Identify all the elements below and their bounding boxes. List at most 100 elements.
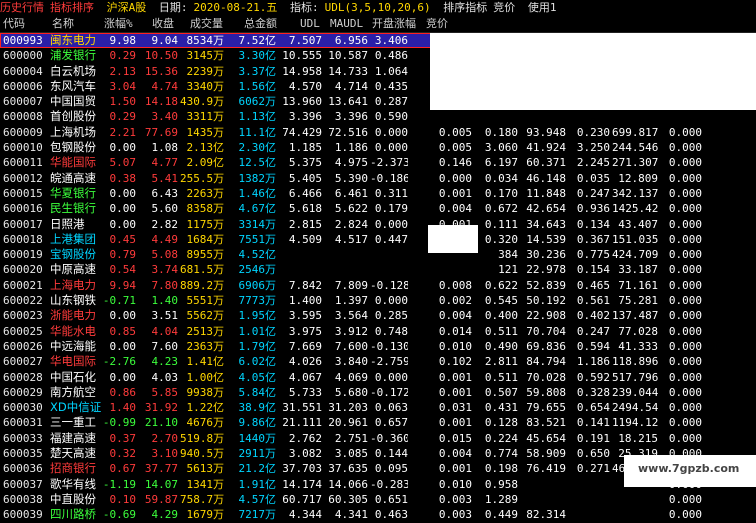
change-pct: 2.13 bbox=[109, 64, 137, 78]
extra-value: 0.000 bbox=[438, 171, 472, 185]
extra-value: 0.230 bbox=[576, 125, 610, 139]
table-row[interactable]: 600022 山东钢铁 -0.71 1.40 5551万 7773万 1.400 1.397 0… bbox=[0, 293, 756, 308]
stock-code: 600038 bbox=[3, 492, 43, 506]
table-row[interactable]: 600011 华能国际 5.07 4.77 2.09亿 12.5亿 5.375 4.975 -2… bbox=[0, 155, 756, 170]
auction-label[interactable]: 竞价 bbox=[493, 1, 515, 14]
table-row[interactable]: 600029 南方航空 0.86 5.85 9938万 5.84亿 5.733 5.680 -0… bbox=[0, 385, 756, 400]
close-price: 6.43 bbox=[151, 186, 179, 200]
close-price: 10.50 bbox=[144, 49, 178, 63]
stock-code: 600030 bbox=[3, 401, 43, 415]
change-pct: 3.04 bbox=[109, 79, 137, 93]
volume: 3145万 bbox=[186, 49, 225, 63]
table-row[interactable]: 600028 中国石化 0.00 4.03 1.00亿 4.05亿 4.067 4.069 0.… bbox=[0, 370, 756, 385]
table-row[interactable]: 600019 宝钢股份 0.79 5.08 8955万 4.52亿 384 30.236 0.7… bbox=[0, 247, 756, 262]
extra-value: 0.402 bbox=[576, 309, 610, 323]
extra-value: 69.836 bbox=[526, 339, 566, 353]
maudl-value: 4.714 bbox=[334, 79, 368, 93]
extra-value: 0.320 bbox=[484, 232, 518, 246]
change-pct: 0.00 bbox=[109, 309, 137, 323]
udl-value: 7.842 bbox=[288, 278, 322, 292]
amount: 1.91亿 bbox=[238, 477, 277, 491]
table-row[interactable]: 600012 皖通高速 0.38 5.41 255.5万 1382万 5.405 5.390-… bbox=[0, 171, 756, 186]
stock-code: 600022 bbox=[3, 294, 43, 308]
udl-value: 5.733 bbox=[288, 385, 322, 399]
extra-value: 0.545 bbox=[484, 294, 518, 308]
col-close[interactable]: 收盘 bbox=[152, 16, 174, 32]
col-udl[interactable]: UDL bbox=[300, 16, 320, 32]
extra-value: 0.015 bbox=[438, 431, 472, 445]
table-row[interactable]: 600017 日照港 0.00 2.82 1175万 3314万 2.815 2.824 0.0… bbox=[0, 217, 756, 232]
table-row[interactable]: 600018 上港集团 0.45 4.49 1684万 7551万 4.509 4.517 0.… bbox=[0, 232, 756, 247]
stock-code: 600021 bbox=[3, 278, 43, 292]
change-pct: 0.29 bbox=[109, 49, 137, 63]
close-price: 3.74 bbox=[151, 263, 179, 277]
table-row[interactable]: 600023 浙能电力 0.00 3.51 5562万 1.95亿 3.595 3.564 0.… bbox=[0, 308, 756, 323]
maudl-value: 5.622 bbox=[334, 202, 368, 216]
table-row[interactable]: 600008 首创股份 0.29 3.40 3311万 1.13亿 3.396 3.396 0.… bbox=[0, 109, 756, 124]
table-row[interactable]: 600027 华电国际 -2.76 4.23 1.41亿 6.02亿 4.026 3.840-… bbox=[0, 354, 756, 369]
extra-value: 0.592 bbox=[576, 370, 610, 384]
maudl-value: 2.824 bbox=[334, 217, 368, 231]
col-amount[interactable]: 总金额 bbox=[244, 16, 277, 32]
sort-label[interactable]: 指标排序 bbox=[50, 1, 94, 14]
table-row[interactable]: 600009 上海机场 2.21 77.69 1435万 11.1亿 74.429 72.51… bbox=[0, 125, 756, 140]
amount: 1.13亿 bbox=[238, 110, 277, 124]
open-pct: 0.144 bbox=[374, 447, 408, 461]
close-price: 77.69 bbox=[144, 125, 178, 139]
col-volume[interactable]: 成交量 bbox=[190, 16, 223, 32]
use-label[interactable]: 使用1 bbox=[528, 1, 557, 14]
extra-value: 2494.54 bbox=[612, 401, 658, 415]
col-name[interactable]: 名称 bbox=[52, 16, 74, 32]
col-open-pct[interactable]: 开盘涨幅 bbox=[372, 16, 416, 32]
table-row[interactable]: 600021 上海电力 9.94 7.80 889.2万 6906万 7.842 7.809-… bbox=[0, 278, 756, 293]
market-label[interactable]: 沪深A股 bbox=[107, 1, 147, 14]
extra-value: 0.001 bbox=[438, 385, 472, 399]
close-price: 3.10 bbox=[151, 447, 179, 461]
table-row[interactable]: 600025 华能水电 0.85 4.04 2513万 1.01亿 3.975 3.912 0.… bbox=[0, 324, 756, 339]
stock-code: 600029 bbox=[3, 385, 43, 399]
extra-value: 0.128 bbox=[484, 416, 518, 430]
sort-indicator-label[interactable]: 排序指标 bbox=[443, 1, 487, 14]
extra-value: 22.978 bbox=[526, 263, 566, 277]
udl-value: 3.396 bbox=[288, 110, 322, 124]
extra-value: 0.000 bbox=[668, 232, 702, 246]
col-pct[interactable]: 涨幅% bbox=[104, 16, 133, 32]
extra-value: 22.908 bbox=[526, 309, 566, 323]
col-auction[interactable]: 竞价 bbox=[426, 16, 448, 32]
extra-value: 0.180 bbox=[484, 125, 518, 139]
extra-value: 0.465 bbox=[576, 278, 610, 292]
history-label[interactable]: 历史行情 bbox=[0, 1, 44, 14]
extra-value: 0.247 bbox=[576, 324, 610, 338]
table-row[interactable]: 600020 中原高速 0.54 3.74 681.5万 2546万 121 22.978 0.… bbox=[0, 262, 756, 277]
col-maudl[interactable]: MAUDL bbox=[330, 16, 363, 32]
open-pct: 0.000 bbox=[374, 294, 408, 308]
table-row[interactable]: 600026 中远海能 0.00 7.60 2363万 1.79亿 7.669 7.600 -0… bbox=[0, 339, 756, 354]
volume: 1684万 bbox=[186, 232, 225, 246]
udl-value: 7.669 bbox=[288, 339, 322, 353]
table-row[interactable]: 600015 华夏银行 0.00 6.43 2263万 1.46亿 6.466 6.461 0.… bbox=[0, 186, 756, 201]
extra-value: 0.170 bbox=[484, 186, 518, 200]
maudl-value: 6.956 bbox=[334, 34, 368, 47]
table-row[interactable]: 600038 中直股份 0.10 59.87 758.7万 4.57亿 60.717 60.3… bbox=[0, 492, 756, 507]
volume: 3311万 bbox=[186, 110, 225, 124]
extra-value: 52.839 bbox=[526, 278, 566, 292]
col-code[interactable]: 代码 bbox=[3, 16, 25, 32]
stock-code: 600026 bbox=[3, 339, 43, 353]
table-row[interactable]: 600033 福建高速 0.37 2.70 519.8万 1440万 2.762 2.751-… bbox=[0, 431, 756, 446]
indicator-value[interactable]: UDL(3,5,10,20,6) bbox=[325, 1, 431, 14]
date-value[interactable]: 2020-08-21.五 bbox=[194, 1, 278, 14]
udl-value: 5.375 bbox=[288, 156, 322, 170]
maudl-value: 2.751 bbox=[334, 431, 368, 445]
close-price: 5.85 bbox=[151, 385, 179, 399]
udl-value: 60.717 bbox=[282, 492, 322, 506]
udl-value: 13.960 bbox=[282, 95, 322, 109]
table-row[interactable]: 600016 民生银行 0.00 5.60 8358万 4.67亿 5.618 5.622 0.… bbox=[0, 201, 756, 216]
table-row[interactable]: 600010 包钢股份 0.00 1.08 2.13亿 2.30亿 1.185 1.186 0.… bbox=[0, 140, 756, 155]
maudl-value: 20.961 bbox=[328, 416, 368, 430]
table-row[interactable]: 600039 四川路桥 -0.69 4.29 1679万 7217万 4.344 4.341 0… bbox=[0, 507, 756, 522]
stock-code: 600018 bbox=[3, 232, 43, 246]
table-row[interactable]: 600031 三一重工 -0.99 21.10 4676万 9.86亿 21.111 20.9… bbox=[0, 415, 756, 430]
extra-value: 3.060 bbox=[484, 141, 518, 155]
table-row[interactable]: 600030 XD中信证 1.40 31.92 1.22亿 38.9亿 31.551 31.2… bbox=[0, 400, 756, 415]
maudl-value: 3.840 bbox=[334, 355, 368, 369]
